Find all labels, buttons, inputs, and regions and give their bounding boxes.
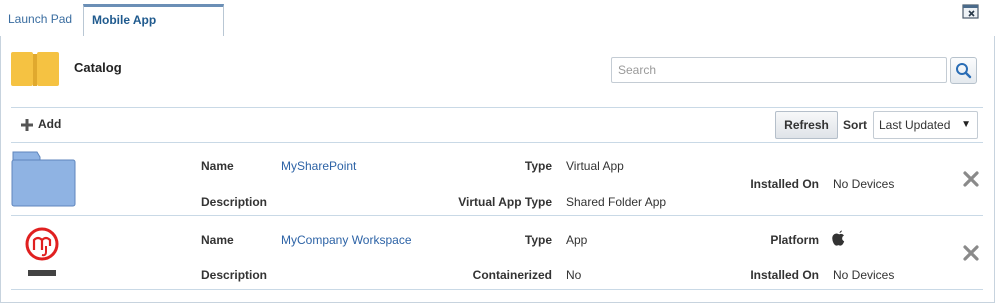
app-name-link[interactable]: MyCompany Workspace	[281, 233, 412, 247]
containerized-label: Containerized	[472, 268, 552, 282]
description-label: Description	[201, 195, 268, 209]
sort-label: Sort	[843, 118, 867, 132]
containerized-value: No	[566, 268, 582, 282]
virtual-app-type-label: Virtual App Type	[458, 195, 552, 209]
search-input[interactable]	[611, 57, 947, 83]
page-title: Catalog	[74, 60, 122, 75]
mycompany-logo-icon	[25, 227, 59, 276]
sort-dropdown[interactable]: Last Updated ▼	[873, 111, 978, 139]
type-label: Type	[524, 233, 552, 247]
virtual-app-type-value: Shared Folder App	[566, 195, 667, 209]
delete-icon[interactable]	[962, 244, 980, 262]
add-label: Add	[38, 117, 62, 131]
search-icon	[956, 63, 972, 79]
toolbar: Add Refresh Sort Last Updated ▼	[11, 107, 983, 143]
refresh-button[interactable]: Refresh	[775, 111, 838, 139]
installed-on-value: No Devices	[833, 177, 895, 191]
app-name-link[interactable]: MySharePoint	[281, 159, 356, 173]
search-button[interactable]	[950, 57, 977, 84]
name-label: Name	[201, 159, 234, 173]
installed-on-label: Installed On	[750, 177, 819, 191]
table-row[interactable]: Name MySharePoint Description Type Virtu…	[11, 143, 983, 216]
plus-icon	[21, 118, 33, 131]
installed-on-label: Installed On	[750, 268, 819, 282]
type-value: Virtual App	[566, 159, 624, 173]
window-close-icon[interactable]	[962, 4, 980, 20]
installed-on-value: No Devices	[833, 268, 895, 282]
add-button[interactable]: Add	[21, 117, 61, 131]
dropdown-arrow-icon: ▼	[961, 119, 971, 130]
folder-icon	[11, 151, 76, 207]
tab-bar: Launch Pad Mobile App Catalog×	[0, 0, 995, 53]
tab-mobile-app-catalog[interactable]: Mobile App Catalog×	[83, 4, 224, 53]
catalog-panel: Catalog Add Refresh Sort Last Updated ▼ …	[0, 36, 995, 303]
table-row[interactable]: Name MyCompany Workspace Description Typ…	[11, 216, 983, 290]
tab-label: Launch Pad	[8, 12, 73, 26]
catalog-book-icon	[11, 52, 59, 86]
platform-label: Platform	[770, 233, 819, 247]
description-label: Description	[201, 268, 268, 282]
type-label: Type	[524, 159, 552, 173]
name-label: Name	[201, 233, 234, 247]
tab-launch-pad[interactable]: Launch Pad	[0, 4, 80, 36]
delete-icon[interactable]	[962, 170, 980, 188]
type-value: App	[566, 233, 588, 247]
apple-icon	[832, 230, 845, 246]
sort-value: Last Updated	[879, 118, 951, 132]
